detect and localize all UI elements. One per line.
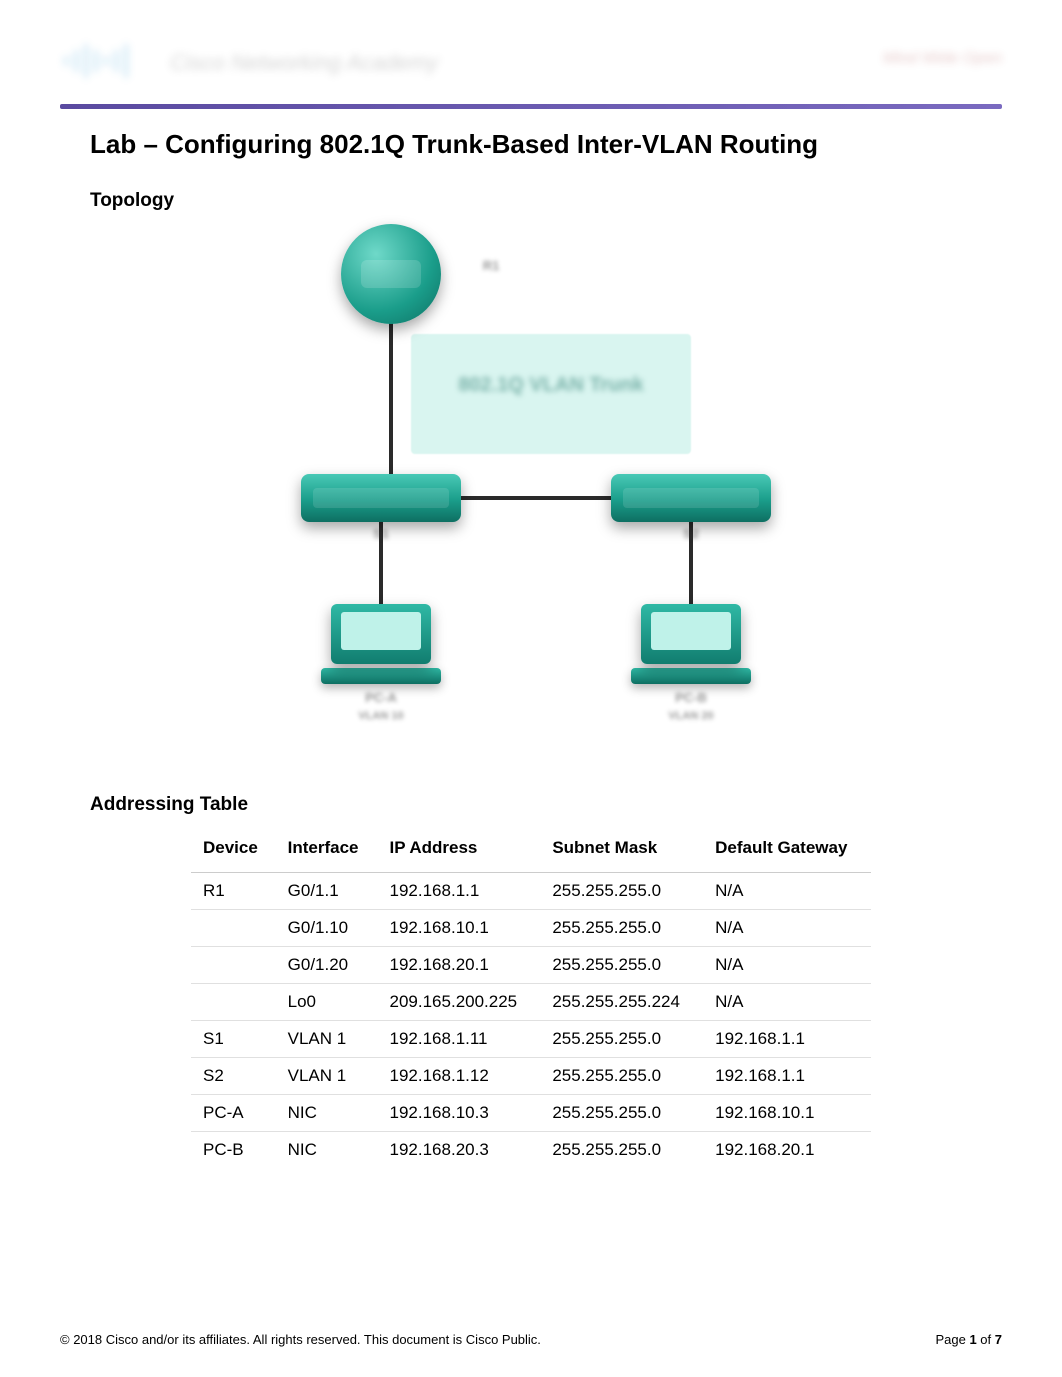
cell-ip: 192.168.20.1	[378, 947, 541, 984]
col-ip: IP Address	[378, 828, 541, 873]
cell-gw: N/A	[703, 947, 871, 984]
cell-interface: G0/1.1	[276, 873, 378, 910]
header-divider-bar	[60, 104, 1002, 109]
table-row: S2VLAN 1192.168.1.12255.255.255.0192.168…	[191, 1058, 871, 1095]
table-row: Lo0209.165.200.225255.255.255.224N/A	[191, 984, 871, 1021]
vlan10-label: VLAN 10	[331, 710, 431, 722]
header-program-name: Cisco Networking Academy	[170, 50, 438, 76]
cell-gw: 192.168.10.1	[703, 1095, 871, 1132]
link-r1-s1	[389, 320, 393, 478]
addressing-table: Device Interface IP Address Subnet Mask …	[191, 828, 871, 1168]
cell-device	[191, 910, 276, 947]
footer-copyright: © 2018 Cisco and/or its affiliates. All …	[60, 1332, 541, 1347]
cell-device: R1	[191, 873, 276, 910]
header-tagline: Mind Wide Open	[883, 50, 1002, 68]
cell-interface: Lo0	[276, 984, 378, 1021]
cell-ip: 192.168.10.1	[378, 910, 541, 947]
footer-page-number: Page 1 of 7	[935, 1332, 1002, 1347]
router-icon	[341, 224, 441, 324]
table-row: PC-BNIC192.168.20.3255.255.255.0192.168.…	[191, 1132, 871, 1169]
col-gw: Default Gateway	[703, 828, 871, 873]
cell-gw: N/A	[703, 910, 871, 947]
cell-device	[191, 984, 276, 1021]
vlan20-label: VLAN 20	[641, 710, 741, 722]
cell-gw: 192.168.20.1	[703, 1132, 871, 1169]
cell-interface: VLAN 1	[276, 1058, 378, 1095]
cell-interface: NIC	[276, 1095, 378, 1132]
table-row: S1VLAN 1192.168.1.11255.255.255.0192.168…	[191, 1021, 871, 1058]
cell-device: PC-B	[191, 1132, 276, 1169]
cell-ip: 192.168.1.1	[378, 873, 541, 910]
switch-s2-label: S2	[641, 526, 741, 541]
cell-device: S1	[191, 1021, 276, 1058]
cell-gw: N/A	[703, 984, 871, 1021]
cell-mask: 255.255.255.0	[540, 873, 703, 910]
cell-interface: VLAN 1	[276, 1021, 378, 1058]
cell-gw: 192.168.1.1	[703, 1058, 871, 1095]
topology-diagram: 802.1Q VLAN Trunk R1 S1 S2 PC-A VLAN 10	[90, 224, 972, 764]
section-heading-addressing: Addressing Table	[90, 794, 972, 816]
brand-logo-blurred	[60, 40, 140, 80]
col-device: Device	[191, 828, 276, 873]
switch-s1-icon	[301, 474, 461, 522]
pc-a-label: PC-A	[331, 690, 431, 705]
cell-mask: 255.255.255.0	[540, 1095, 703, 1132]
trunk-label: 802.1Q VLAN Trunk	[431, 374, 671, 397]
cell-mask: 255.255.255.0	[540, 947, 703, 984]
table-row: PC-ANIC192.168.10.3255.255.255.0192.168.…	[191, 1095, 871, 1132]
cell-device	[191, 947, 276, 984]
cell-ip: 192.168.20.3	[378, 1132, 541, 1169]
col-interface: Interface	[276, 828, 378, 873]
cell-interface: NIC	[276, 1132, 378, 1169]
table-row: G0/1.20192.168.20.1255.255.255.0N/A	[191, 947, 871, 984]
cell-mask: 255.255.255.0	[540, 910, 703, 947]
cell-device: PC-A	[191, 1095, 276, 1132]
col-mask: Subnet Mask	[540, 828, 703, 873]
cell-gw: N/A	[703, 873, 871, 910]
cell-interface: G0/1.20	[276, 947, 378, 984]
lab-title: Lab – Configuring 802.1Q Trunk-Based Int…	[90, 129, 972, 160]
cell-device: S2	[191, 1058, 276, 1095]
cell-ip: 192.168.10.3	[378, 1095, 541, 1132]
page-header: Cisco Networking Academy Mind Wide Open	[60, 40, 1002, 100]
cell-interface: G0/1.10	[276, 910, 378, 947]
section-heading-topology: Topology	[90, 190, 972, 212]
pc-b-label: PC-B	[641, 690, 741, 705]
cell-ip: 192.168.1.11	[378, 1021, 541, 1058]
router-label: R1	[441, 258, 541, 273]
cell-mask: 255.255.255.0	[540, 1058, 703, 1095]
cell-gw: 192.168.1.1	[703, 1021, 871, 1058]
cell-mask: 255.255.255.224	[540, 984, 703, 1021]
page-footer: © 2018 Cisco and/or its affiliates. All …	[60, 1332, 1002, 1347]
pc-b-icon	[641, 604, 741, 684]
addressing-table-header-row: Device Interface IP Address Subnet Mask …	[191, 828, 871, 873]
pc-a-icon	[331, 604, 431, 684]
cell-ip: 209.165.200.225	[378, 984, 541, 1021]
cell-mask: 255.255.255.0	[540, 1132, 703, 1169]
switch-s2-icon	[611, 474, 771, 522]
link-s1-s2	[451, 496, 619, 500]
cell-ip: 192.168.1.12	[378, 1058, 541, 1095]
table-row: G0/1.10192.168.10.1255.255.255.0N/A	[191, 910, 871, 947]
table-row: R1G0/1.1192.168.1.1255.255.255.0N/A	[191, 873, 871, 910]
cell-mask: 255.255.255.0	[540, 1021, 703, 1058]
switch-s1-label: S1	[331, 526, 431, 541]
